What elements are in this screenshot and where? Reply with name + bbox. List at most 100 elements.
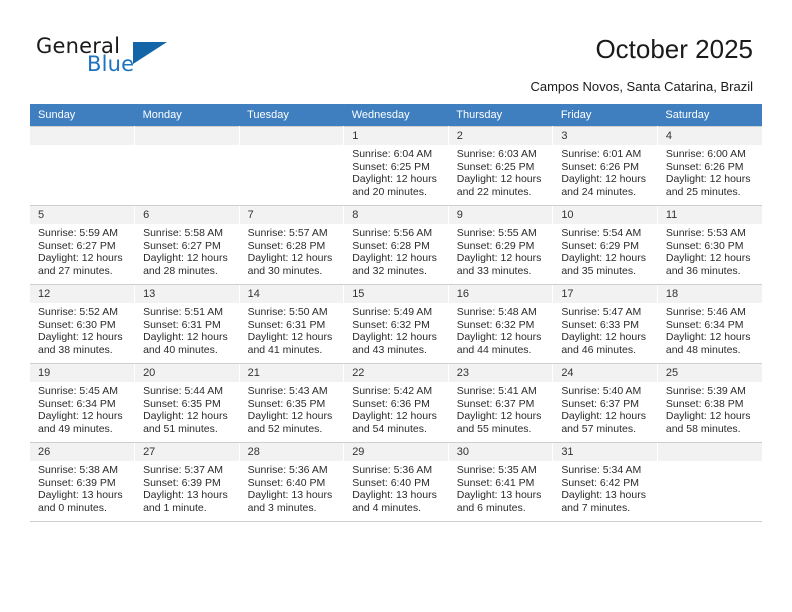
day-cell-inner: 26 Sunrise: 5:38 AM Sunset: 6:39 PM Dayligh… [30, 443, 135, 521]
calendar-day-cell[interactable]: 12 Sunrise: 5:52 AM Sunset: 6:30 PM Dayligh… [30, 284, 136, 364]
day-sun-info: Sunrise: 6:03 AM Sunset: 6:25 PM Daylight:… [449, 145, 553, 198]
calendar-day-cell[interactable]: 23 Sunrise: 5:41 AM Sunset: 6:37 PM Dayligh… [448, 363, 554, 443]
calendar-day-cell[interactable]: 19 Sunrise: 5:45 AM Sunset: 6:34 PM Dayligh… [30, 363, 136, 443]
calendar-day-cell[interactable]: 4 Sunrise: 6:00 AM Sunset: 6:26 PM Daylight… [657, 126, 762, 206]
daylight-text: Daylight: 12 hours and 22 minutes. [456, 173, 542, 198]
calendar-day-cell[interactable]: 24 Sunrise: 5:40 AM Sunset: 6:37 PM Dayligh… [552, 363, 658, 443]
day-number: 17 [553, 285, 657, 303]
sunset-text: Sunset: 6:28 PM [352, 239, 430, 252]
daylight-text: Daylight: 12 hours and 41 minutes. [247, 331, 333, 356]
calendar-day-cell[interactable]: 17 Sunrise: 5:47 AM Sunset: 6:33 PM Dayligh… [552, 284, 658, 364]
calendar-day-cell[interactable]: 7 Sunrise: 5:57 AM Sunset: 6:28 PM Daylight… [239, 205, 345, 285]
page-title: October 2025 [595, 34, 753, 64]
day-number: 22 [344, 364, 448, 382]
sunset-text: Sunset: 6:39 PM [38, 476, 116, 489]
calendar-day-cell[interactable]: 27 Sunrise: 5:37 AM Sunset: 6:39 PM Dayligh… [134, 442, 240, 522]
day-sun-info: Sunrise: 5:45 AM Sunset: 6:34 PM Daylight:… [30, 382, 134, 435]
day-number: 14 [239, 285, 344, 303]
sunrise-text: Sunrise: 5:36 AM [247, 464, 328, 476]
calendar-day-cell[interactable]: 5 Sunrise: 5:59 AM Sunset: 6:27 PM Daylight… [30, 205, 136, 285]
day-cell-inner: 7 Sunrise: 5:57 AM Sunset: 6:28 PM Daylight… [239, 206, 344, 284]
sunset-text: Sunset: 6:34 PM [665, 318, 744, 331]
calendar-week-row: 1 Sunrise: 6:04 AM Sunset: 6:25 PM Daylight… [30, 126, 762, 206]
general-blue-logo[interactable]: General Blue [36, 34, 216, 84]
calendar-day-cell[interactable]: 16 Sunrise: 5:48 AM Sunset: 6:32 PM Dayligh… [448, 284, 554, 364]
daylight-text: Daylight: 12 hours and 36 minutes. [665, 252, 751, 277]
sunrise-text: Sunrise: 5:44 AM [143, 385, 224, 397]
day-number: 11 [657, 206, 762, 224]
day-cell-inner: 25 Sunrise: 5:39 AM Sunset: 6:38 PM Dayligh… [657, 364, 762, 442]
calendar-day-cell[interactable]: 22 Sunrise: 5:42 AM Sunset: 6:36 PM Dayligh… [343, 363, 449, 443]
day-cell-inner: 18 Sunrise: 5:46 AM Sunset: 6:34 PM Dayligh… [657, 285, 762, 363]
calendar-day-cell[interactable]: 26 Sunrise: 5:38 AM Sunset: 6:39 PM Dayligh… [30, 442, 136, 522]
day-number: 27 [135, 443, 239, 461]
calendar-day-cell[interactable]: 31 Sunrise: 5:34 AM Sunset: 6:42 PM Dayligh… [552, 442, 658, 522]
logo-text-blue: Blue [87, 52, 135, 76]
page-header: General Blue October 2025 Campos Novos, … [0, 0, 792, 100]
day-sun-info: Sunrise: 5:41 AM Sunset: 6:37 PM Daylight:… [449, 382, 553, 435]
daylight-text: Daylight: 13 hours and 4 minutes. [352, 489, 437, 514]
day-number: 13 [135, 285, 239, 303]
day-cell-inner: 4 Sunrise: 6:00 AM Sunset: 6:26 PM Daylight… [657, 127, 762, 205]
sunrise-sunset-calendar: Sunday Monday Tuesday Wednesday Thursday… [30, 104, 762, 522]
day-number: 10 [553, 206, 657, 224]
day-cell-inner: 15 Sunrise: 5:49 AM Sunset: 6:32 PM Dayligh… [344, 285, 448, 363]
day-number [239, 127, 344, 145]
calendar-day-cell[interactable]: 18 Sunrise: 5:46 AM Sunset: 6:34 PM Dayligh… [657, 284, 762, 364]
day-number: 16 [448, 285, 553, 303]
sunrise-text: Sunrise: 6:01 AM [561, 148, 642, 160]
sunrise-text: Sunrise: 5:49 AM [352, 306, 433, 318]
day-cell-inner [657, 443, 762, 521]
day-sun-info: Sunrise: 5:40 AM Sunset: 6:37 PM Daylight:… [553, 382, 657, 435]
daylight-text: Daylight: 12 hours and 30 minutes. [247, 252, 333, 277]
calendar-day-cell[interactable]: 13 Sunrise: 5:51 AM Sunset: 6:31 PM Dayligh… [134, 284, 240, 364]
calendar-day-cell[interactable]: 20 Sunrise: 5:44 AM Sunset: 6:35 PM Dayligh… [134, 363, 240, 443]
day-sun-info: Sunrise: 5:36 AM Sunset: 6:40 PM Daylight:… [344, 461, 448, 514]
calendar-day-cell[interactable]: 3 Sunrise: 6:01 AM Sunset: 6:26 PM Daylight… [552, 126, 658, 206]
day-number: 25 [657, 364, 762, 382]
day-cell-inner: 30 Sunrise: 5:35 AM Sunset: 6:41 PM Dayligh… [448, 443, 553, 521]
day-sun-info: Sunrise: 5:50 AM Sunset: 6:31 PM Daylight:… [240, 303, 344, 356]
sunset-text: Sunset: 6:35 PM [143, 397, 221, 410]
calendar-day-cell[interactable]: 11 Sunrise: 5:53 AM Sunset: 6:30 PM Dayligh… [657, 205, 762, 285]
daylight-text: Daylight: 12 hours and 43 minutes. [352, 331, 437, 356]
calendar-page: General Blue October 2025 Campos Novos, … [0, 0, 792, 612]
calendar-day-cell[interactable]: 29 Sunrise: 5:36 AM Sunset: 6:40 PM Dayligh… [343, 442, 449, 522]
calendar-day-cell[interactable]: 10 Sunrise: 5:54 AM Sunset: 6:29 PM Dayligh… [552, 205, 658, 285]
day-sun-info: Sunrise: 5:47 AM Sunset: 6:33 PM Daylight:… [553, 303, 657, 356]
calendar-day-cell[interactable]: 8 Sunrise: 5:56 AM Sunset: 6:28 PM Daylight… [343, 205, 449, 285]
sunrise-text: Sunrise: 5:34 AM [561, 464, 642, 476]
calendar-day-cell[interactable]: 25 Sunrise: 5:39 AM Sunset: 6:38 PM Dayligh… [657, 363, 762, 443]
day-cell-inner: 1 Sunrise: 6:04 AM Sunset: 6:25 PM Daylight… [344, 127, 448, 205]
calendar-day-cell[interactable]: 21 Sunrise: 5:43 AM Sunset: 6:35 PM Dayligh… [239, 363, 345, 443]
sunrise-text: Sunrise: 5:58 AM [143, 227, 224, 239]
calendar-day-cell[interactable]: 9 Sunrise: 5:55 AM Sunset: 6:29 PM Daylight… [448, 205, 554, 285]
calendar-day-cell[interactable]: 28 Sunrise: 5:36 AM Sunset: 6:40 PM Dayligh… [239, 442, 345, 522]
day-cell-inner: 3 Sunrise: 6:01 AM Sunset: 6:26 PM Daylight… [553, 127, 657, 205]
sunrise-text: Sunrise: 5:52 AM [38, 306, 118, 318]
calendar-day-cell[interactable]: 1 Sunrise: 6:04 AM Sunset: 6:25 PM Daylight… [343, 126, 449, 206]
day-cell-inner: 28 Sunrise: 5:36 AM Sunset: 6:40 PM Dayligh… [239, 443, 344, 521]
daylight-text: Daylight: 12 hours and 48 minutes. [665, 331, 751, 356]
calendar-day-cell[interactable]: 2 Sunrise: 6:03 AM Sunset: 6:25 PM Daylight… [448, 126, 554, 206]
sunset-text: Sunset: 6:35 PM [247, 397, 326, 410]
sunrise-text: Sunrise: 5:39 AM [665, 385, 746, 397]
calendar-day-cell[interactable]: 30 Sunrise: 5:35 AM Sunset: 6:41 PM Dayligh… [448, 442, 554, 522]
day-sun-info: Sunrise: 5:35 AM Sunset: 6:41 PM Daylight:… [449, 461, 553, 514]
calendar-day-cell[interactable]: 6 Sunrise: 5:58 AM Sunset: 6:27 PM Daylight… [134, 205, 240, 285]
daylight-text: Daylight: 13 hours and 1 minute. [143, 489, 228, 514]
calendar-day-cell-empty [134, 126, 240, 206]
daylight-text: Daylight: 12 hours and 25 minutes. [665, 173, 751, 198]
page-subtitle-location: Campos Novos, Santa Catarina, Brazil [530, 79, 753, 94]
day-cell-inner: 2 Sunrise: 6:03 AM Sunset: 6:25 PM Daylight… [448, 127, 553, 205]
daylight-text: Daylight: 12 hours and 32 minutes. [352, 252, 437, 277]
day-sun-info: Sunrise: 5:48 AM Sunset: 6:32 PM Daylight:… [449, 303, 553, 356]
calendar-day-cell[interactable]: 15 Sunrise: 5:49 AM Sunset: 6:32 PM Dayligh… [343, 284, 449, 364]
calendar-day-cell[interactable]: 14 Sunrise: 5:50 AM Sunset: 6:31 PM Dayligh… [239, 284, 345, 364]
sunset-text: Sunset: 6:32 PM [456, 318, 535, 331]
sunrise-text: Sunrise: 5:47 AM [561, 306, 642, 318]
day-cell-inner: 19 Sunrise: 5:45 AM Sunset: 6:34 PM Dayligh… [30, 364, 135, 442]
day-sun-info: Sunrise: 5:54 AM Sunset: 6:29 PM Daylight:… [553, 224, 657, 277]
sunset-text: Sunset: 6:36 PM [352, 397, 430, 410]
sunset-text: Sunset: 6:40 PM [247, 476, 326, 489]
